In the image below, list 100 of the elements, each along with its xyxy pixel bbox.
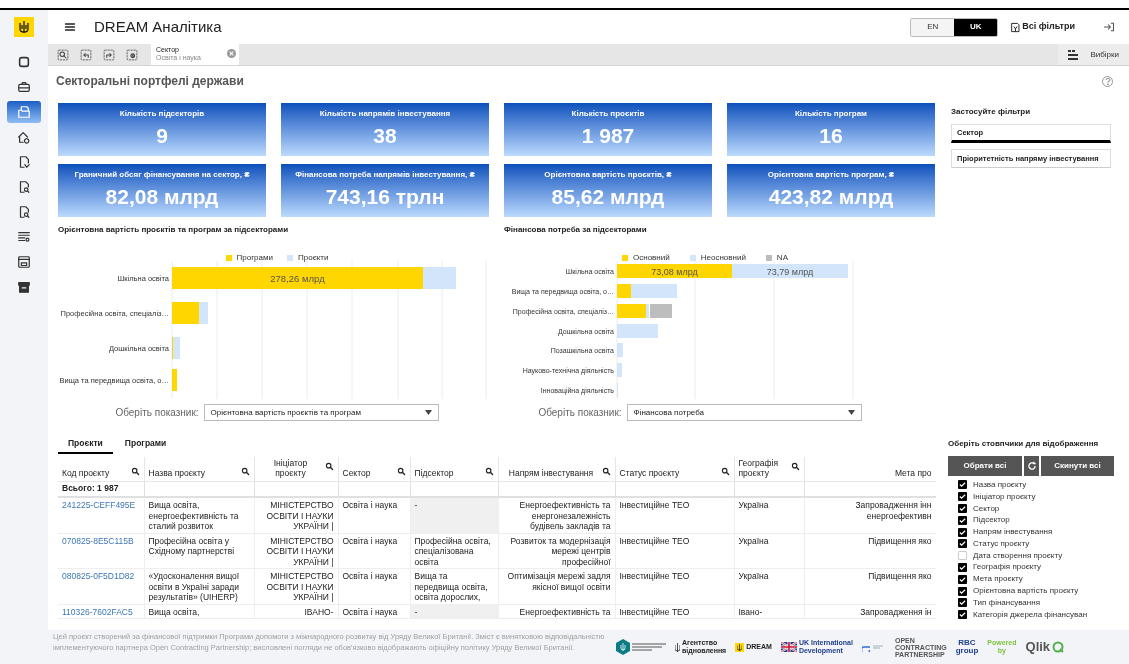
chart-title: Орієнтовна вартість проєктів та програм за підсекторами xyxy=(58,224,290,236)
selections-button[interactable]: Вибірки xyxy=(1058,44,1129,65)
checkbox[interactable] xyxy=(958,480,967,490)
clear-selections-button[interactable] xyxy=(125,47,139,62)
column-header: Код проєкту xyxy=(62,467,110,478)
checkbox-label: Дата створення проєкту xyxy=(973,549,1063,562)
checkbox[interactable] xyxy=(958,515,967,525)
checkbox-label: Тип фінансування xyxy=(973,596,1040,609)
picker-label: Оберіть показник: xyxy=(538,406,622,420)
checkbox[interactable] xyxy=(958,551,967,561)
column-header: Мета про xyxy=(893,467,932,478)
table-cell: - xyxy=(414,606,418,617)
table-cell: Вища та передвища освіта, освіта дорослих, xyxy=(414,571,488,602)
column-header: Назва проєкту xyxy=(148,467,206,478)
menu-icon xyxy=(64,21,76,33)
table-cell: Освіта і наука xyxy=(342,500,398,510)
column-search-button[interactable] xyxy=(720,466,730,476)
checkbox[interactable] xyxy=(958,598,967,608)
kpi-title: Орієнтовна вартість програм, ₴ xyxy=(767,169,895,181)
checkbox-label: Підсектор xyxy=(973,514,1010,527)
search-icon xyxy=(130,466,140,476)
checkbox[interactable] xyxy=(958,562,967,572)
select-all-button[interactable]: Обрати всі xyxy=(948,456,1022,476)
search-icon xyxy=(484,466,494,476)
checkbox-label: Категорія джерела фінансуван xyxy=(973,608,1088,621)
column-search-button[interactable] xyxy=(130,466,140,476)
table-cell: Професійна освіта у Східному партнерстві xyxy=(148,535,235,556)
table-cell: Оптимізація мережі задля якісної вищої освіти xyxy=(507,571,611,592)
checkbox[interactable] xyxy=(958,610,967,620)
language-option[interactable]: EN xyxy=(911,18,955,36)
clear-icon xyxy=(126,48,138,61)
table-tab[interactable]: Проєкти xyxy=(58,435,113,454)
all-filters-button[interactable]: Всі фільтри xyxy=(1010,20,1075,34)
metric-dropdown[interactable]: Фінансова потреба xyxy=(626,404,862,421)
remove-selection-button[interactable] xyxy=(227,49,236,58)
column-search-button[interactable] xyxy=(790,462,800,471)
search-icon xyxy=(601,466,611,476)
bar xyxy=(617,324,658,338)
checkbox[interactable] xyxy=(958,574,967,584)
table-cell: МІНІСТЕРСТВО ОСВІТИ І НАУКИ УКРАЇНИ | xyxy=(266,500,334,531)
table-cell: Івано- xyxy=(738,606,763,617)
table-cell: Україна xyxy=(738,535,769,546)
table-cell: Запровадження інн енергоефективн xyxy=(855,500,932,521)
qlik-circle-icon xyxy=(1052,641,1065,653)
refresh-button[interactable] xyxy=(1024,456,1039,476)
step-back-button[interactable] xyxy=(79,47,93,62)
briefcase-icon xyxy=(17,80,31,94)
checkbox[interactable] xyxy=(958,586,967,596)
bar xyxy=(172,369,177,391)
language-option[interactable]: UK xyxy=(954,18,998,36)
column-search-button[interactable] xyxy=(396,466,406,476)
column-search-button[interactable] xyxy=(601,466,611,476)
project-code-link[interactable]: 241225-CEFF495E xyxy=(62,500,136,510)
logout-button[interactable] xyxy=(1103,21,1115,33)
checkbox[interactable] xyxy=(958,492,967,502)
kpi-value: 85,62 млрд xyxy=(551,185,665,209)
search-icon xyxy=(324,462,334,471)
step-forward-button[interactable] xyxy=(102,47,116,62)
filters-title: Застосуйте фільтри xyxy=(951,106,1032,118)
logo-text: Qlik xyxy=(1025,638,1051,657)
column-search-button[interactable] xyxy=(240,466,250,476)
app-title: DREAM Аналітика xyxy=(94,16,222,37)
sidebar-item[interactable] xyxy=(7,101,41,123)
search-icon xyxy=(57,48,69,61)
column-header: Напрям інвестування xyxy=(507,467,595,478)
help-button[interactable] xyxy=(1102,75,1113,87)
checkbox[interactable] xyxy=(958,539,967,549)
checkbox[interactable] xyxy=(958,504,967,513)
help-icon xyxy=(1104,77,1111,85)
project-code-link[interactable]: 080825-0F5D1D82 xyxy=(62,571,135,581)
kpi-value: 16 xyxy=(819,124,843,148)
table-cell: Вища освіта, xyxy=(148,606,200,617)
legend-label: Проєкти xyxy=(298,252,329,264)
table-cell: Професійна освіта, спеціалізована освіта xyxy=(414,535,491,567)
metric-dropdown[interactable]: Орієнтовна вартість проєктів та програм xyxy=(203,404,439,421)
table-tab[interactable]: Програми xyxy=(114,435,177,454)
ministry-emblem-icon xyxy=(616,639,630,655)
column-header: Статус проєкту xyxy=(619,467,680,478)
project-code-link[interactable]: 110326-7602FAC5 xyxy=(62,606,133,617)
project-code-link[interactable]: 070825-8E5C115B xyxy=(62,535,134,546)
table-cell: «Удосконалення вищої освіти в Україні заради результатів» (UIHERP) xyxy=(148,571,240,602)
column-picker-title: Оберіть стовпчики для відображення xyxy=(948,438,1100,450)
reset-all-button[interactable]: Скинути всі xyxy=(1041,456,1114,476)
checkbox[interactable] xyxy=(958,527,967,537)
kpi-value: 9 xyxy=(156,124,168,148)
kpi-value: 1 987 xyxy=(581,124,635,148)
table-cell: Освіта і наука xyxy=(342,571,398,581)
kpi-title: Фінансова потреба напрямів інвестування, ₴ xyxy=(295,169,475,181)
table-cell: Україна xyxy=(738,571,769,581)
column-search-button[interactable] xyxy=(324,462,334,471)
table-cell: Освіта і наука xyxy=(342,606,398,617)
close-icon xyxy=(227,49,236,58)
smart-search-button[interactable] xyxy=(56,47,70,62)
bar-value-label: 278,26 млрд xyxy=(270,272,325,284)
checkbox-label: Сектор xyxy=(973,502,1000,515)
tray-icon xyxy=(17,255,31,269)
column-search-button[interactable] xyxy=(484,466,494,476)
table-cell: Вища освіта, енергоефективність та сталий розвиток xyxy=(148,500,239,531)
table-cell: Інвестиційне ТЕО xyxy=(619,606,690,617)
table-cell: Україна xyxy=(738,500,769,510)
